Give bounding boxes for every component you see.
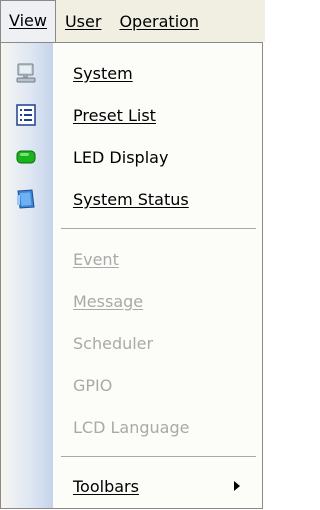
menu-user-label: User <box>64 11 102 31</box>
menu-item-message-label: Message <box>73 291 144 311</box>
menu-item-system-status[interactable]: System Status <box>1 178 262 220</box>
menu-item-lcd-language-label: LCD Language <box>73 417 190 437</box>
menu-operation[interactable]: Operation <box>110 0 265 42</box>
menu-item-system-label: System <box>73 63 133 83</box>
menu-item-lcd-language[interactable]: LCD Language <box>1 406 262 448</box>
menu-bar: View User Operation <box>0 0 265 42</box>
submenu-arrow-icon <box>234 481 240 491</box>
menu-item-gpio-label: GPIO <box>73 375 113 395</box>
menu-item-system-status-label: System Status <box>73 189 189 209</box>
menu-item-toolbars-label: Toolbars <box>73 476 139 496</box>
menu-item-toolbars[interactable]: Toolbars <box>1 465 262 507</box>
menu-item-message[interactable]: Message <box>1 280 262 322</box>
menu-item-gpio[interactable]: GPIO <box>1 364 262 406</box>
menu-item-scheduler[interactable]: Scheduler <box>1 322 262 364</box>
led-icon <box>16 150 36 164</box>
menu-item-system[interactable]: System <box>1 52 262 94</box>
menu-separator <box>61 228 256 229</box>
view-dropdown-menu: System Preset List LED Display System St… <box>0 42 263 509</box>
menu-view[interactable]: View <box>0 0 56 42</box>
computer-icon <box>16 63 36 83</box>
menu-user[interactable]: User <box>56 0 110 42</box>
menu-item-scheduler-label: Scheduler <box>73 333 154 353</box>
menu-item-event[interactable]: Event <box>1 238 262 280</box>
menu-item-led-display-label: LED Display <box>73 147 169 167</box>
menu-operation-label: Operation <box>119 11 200 31</box>
menu-separator <box>61 456 256 457</box>
menu-item-preset-list[interactable]: Preset List <box>1 94 262 136</box>
menu-item-preset-list-label: Preset List <box>73 105 156 125</box>
menu-item-event-label: Event <box>73 249 119 269</box>
menu-view-label: View <box>9 11 47 30</box>
list-icon <box>16 104 36 126</box>
menu-item-led-display[interactable]: LED Display <box>1 136 262 178</box>
status-icon <box>17 189 35 209</box>
